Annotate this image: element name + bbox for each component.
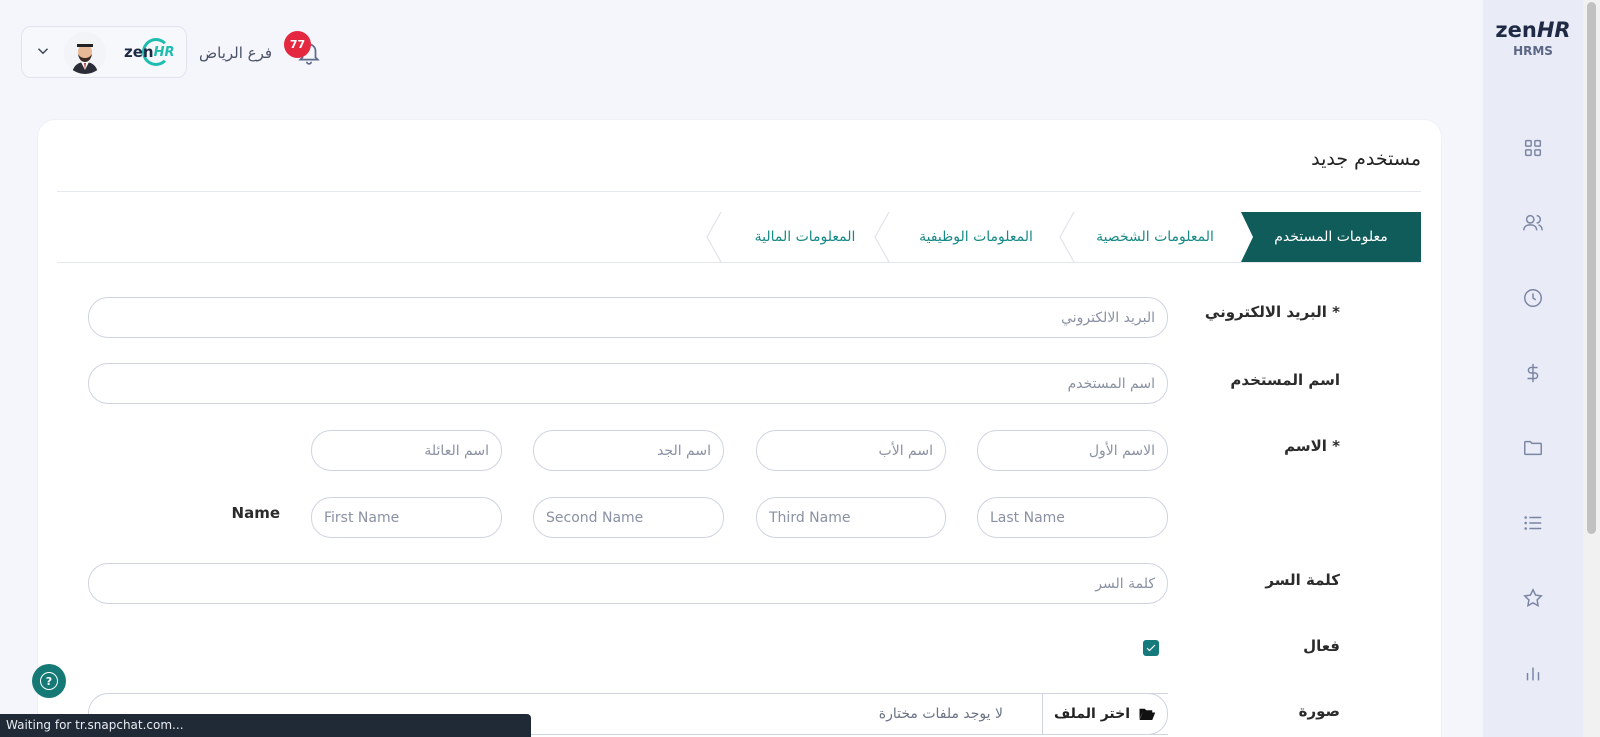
- password-placeholder: كلمة السر: [1095, 575, 1155, 592]
- bar-chart-icon[interactable]: [1520, 660, 1546, 686]
- tab-job-info[interactable]: المعلومات الوظيفية: [896, 212, 1056, 262]
- divider: [57, 262, 1421, 263]
- brand-logo-text: zenHR: [1495, 18, 1571, 42]
- grandfather-name-ar-placeholder: اسم الجد: [657, 442, 711, 459]
- father-name-ar-field[interactable]: اسم الأب: [756, 430, 946, 471]
- help-button[interactable]: ?: [32, 664, 66, 698]
- father-name-ar-placeholder: اسم الأب: [878, 442, 933, 459]
- tab-user-info[interactable]: معلومات المستخدم: [1241, 212, 1421, 262]
- brand-subtitle: HRMS: [1513, 44, 1553, 58]
- required-marker: *: [1332, 303, 1340, 321]
- avatar[interactable]: [64, 32, 106, 74]
- choose-file-button[interactable]: اختر الملف: [1042, 693, 1168, 735]
- grid-icon[interactable]: [1520, 135, 1546, 161]
- username-field[interactable]: اسم المستخدم: [88, 363, 1168, 404]
- chevron-down-icon[interactable]: [34, 42, 52, 60]
- branch-name[interactable]: فرع الرياض: [199, 44, 272, 62]
- question-icon: ?: [40, 672, 58, 690]
- last-name-en-placeholder: Last Name: [990, 509, 1065, 526]
- tab-financial-info[interactable]: المعلومات المالية: [730, 212, 880, 262]
- family-name-ar-field[interactable]: اسم العائلة: [311, 430, 502, 471]
- last-name-en-field[interactable]: Last Name: [977, 497, 1168, 538]
- grandfather-name-ar-field[interactable]: اسم الجد: [533, 430, 724, 471]
- email-label: البريد الالكتروني *: [1190, 303, 1340, 321]
- clock-icon[interactable]: [1520, 285, 1546, 311]
- email-placeholder: البريد الالكتروني: [1061, 309, 1155, 326]
- name-label: الاسم *: [1190, 437, 1340, 455]
- photo-label: صورة: [1298, 702, 1340, 720]
- second-name-en-placeholder: Second Name: [546, 509, 644, 526]
- name-en-label: Name: [231, 504, 280, 522]
- account-switcher[interactable]: zen HR: [21, 26, 187, 78]
- third-name-en-field[interactable]: Third Name: [756, 497, 946, 538]
- password-field[interactable]: كلمة السر: [88, 563, 1168, 604]
- sidebar: zenHR HRMS: [1483, 0, 1583, 737]
- active-checkbox[interactable]: [1143, 640, 1159, 656]
- required-marker: *: [1332, 437, 1340, 455]
- browser-status-bar: Waiting for tr.snapchat.com...: [0, 714, 531, 737]
- tab-separator: [706, 211, 722, 263]
- dollar-icon[interactable]: [1520, 360, 1546, 386]
- first-name-en-placeholder: First Name: [324, 509, 400, 526]
- active-label: فعال: [1303, 637, 1340, 655]
- first-name-en-field[interactable]: First Name: [311, 497, 502, 538]
- star-icon[interactable]: [1520, 585, 1546, 611]
- divider: [57, 191, 1421, 192]
- notification-badge[interactable]: 77: [284, 31, 311, 58]
- choose-file-label: اختر الملف: [1053, 706, 1130, 722]
- third-name-en-placeholder: Third Name: [769, 509, 851, 526]
- folder-open-icon: [1139, 708, 1156, 720]
- company-logo-accent: HR: [153, 44, 175, 60]
- name-label-text: الاسم: [1284, 437, 1327, 455]
- list-icon[interactable]: [1520, 510, 1546, 536]
- brand-logo[interactable]: zenHR HRMS: [1483, 18, 1583, 58]
- username-label: اسم المستخدم: [1230, 371, 1340, 389]
- users-icon[interactable]: [1520, 210, 1546, 236]
- second-name-en-field[interactable]: Second Name: [533, 497, 724, 538]
- email-field[interactable]: البريد الالكتروني: [88, 297, 1168, 338]
- page-title: مستخدم جديد: [1311, 148, 1421, 170]
- folder-icon[interactable]: [1520, 435, 1546, 461]
- company-logo-text: zen: [124, 43, 154, 61]
- username-placeholder: اسم المستخدم: [1067, 375, 1155, 392]
- tab-separator: [1059, 211, 1075, 263]
- tab-personal-info[interactable]: المعلومات الشخصية: [1075, 212, 1235, 262]
- page-scrollbar[interactable]: [1583, 0, 1600, 737]
- family-name-ar-placeholder: اسم العائلة: [424, 442, 489, 459]
- password-label: كلمة السر: [1265, 571, 1340, 589]
- email-label-text: البريد الالكتروني: [1204, 303, 1327, 321]
- first-name-ar-placeholder: الاسم الأول: [1088, 442, 1155, 459]
- check-icon: [1146, 644, 1156, 652]
- file-status-text: لا يوجد ملفات مختارة: [878, 706, 1003, 722]
- company-logo: zen HR: [124, 38, 182, 66]
- first-name-ar-field[interactable]: الاسم الأول: [977, 430, 1168, 471]
- scrollbar-thumb[interactable]: [1587, 2, 1596, 534]
